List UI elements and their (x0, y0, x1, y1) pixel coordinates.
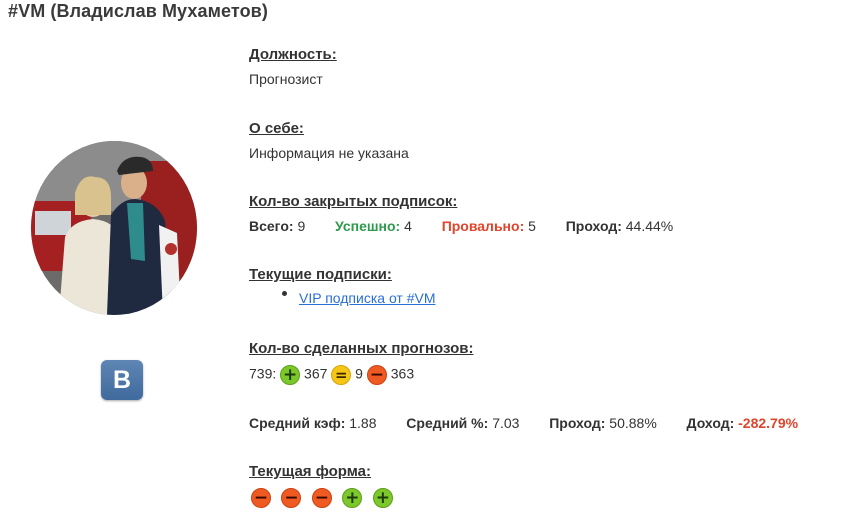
list-bullet (282, 291, 287, 296)
loss-icon: − (366, 365, 387, 385)
fail-label: Провально: (441, 218, 525, 234)
forecasts-label: Кол-во сделанных прогнозов: (249, 340, 474, 357)
pass-rate-label: Проход: (549, 415, 606, 431)
current-subscriptions-label: Текущие подписки: (249, 266, 392, 283)
income-value: -282.79% (738, 415, 799, 431)
about-value: Информация не указана (249, 145, 409, 161)
closed-subscriptions-label: Кол-во закрытых подписок: (249, 193, 458, 210)
avg-pct-value: 7.03 (492, 415, 520, 431)
pass-label: Проход: (565, 218, 622, 234)
closed-subscriptions-stats: Всего: 9 Успешно: 4 Провально: 5 Проход:… (249, 218, 673, 234)
pass-rate-value: 50.88% (609, 415, 657, 431)
total-value: 9 (297, 218, 306, 234)
profile-title: #VM (Владислав Мухаметов) (8, 1, 268, 21)
forecasts-losses: 363 (390, 365, 415, 382)
avatar (31, 141, 197, 315)
win-icon: + (280, 365, 301, 385)
income-label: Доход: (686, 415, 735, 431)
forecasts-stats: 739: + 367 = 9 − 363 (249, 365, 414, 385)
subscription-link[interactable]: VIP подписка от #VM (299, 290, 436, 306)
avg-pct-label: Средний %: (406, 415, 489, 431)
loss-icon: − (251, 488, 271, 508)
success-value: 4 (404, 218, 412, 234)
pass-value: 44.44% (625, 218, 674, 234)
current-form-badges: − − − + + (251, 488, 399, 508)
loss-icon: − (311, 488, 332, 508)
avg-coef-label: Средний кэф: (249, 415, 346, 431)
forecasts-draws: 9 (355, 365, 363, 382)
fail-value: 5 (528, 218, 536, 234)
current-form-label: Текущая форма: (249, 463, 371, 480)
success-label: Успешно: (335, 218, 401, 234)
avg-coef-value: 1.88 (349, 415, 377, 431)
summary-stats: Средний кэф: 1.88 Средний %: 7.03 Проход… (249, 415, 798, 431)
loss-icon: − (281, 488, 302, 508)
forecasts-wins: 367 (304, 365, 328, 382)
about-label: О себе: (249, 120, 304, 137)
position-value: Прогнозист (249, 71, 323, 87)
position-label: Должность: (249, 46, 337, 63)
win-icon: + (372, 488, 393, 508)
draw-icon: = (331, 365, 352, 385)
vk-profile-button[interactable]: B (101, 360, 143, 400)
total-label: Всего: (249, 218, 294, 234)
forecasts-total: 739: (249, 365, 277, 382)
win-icon: + (342, 488, 363, 508)
